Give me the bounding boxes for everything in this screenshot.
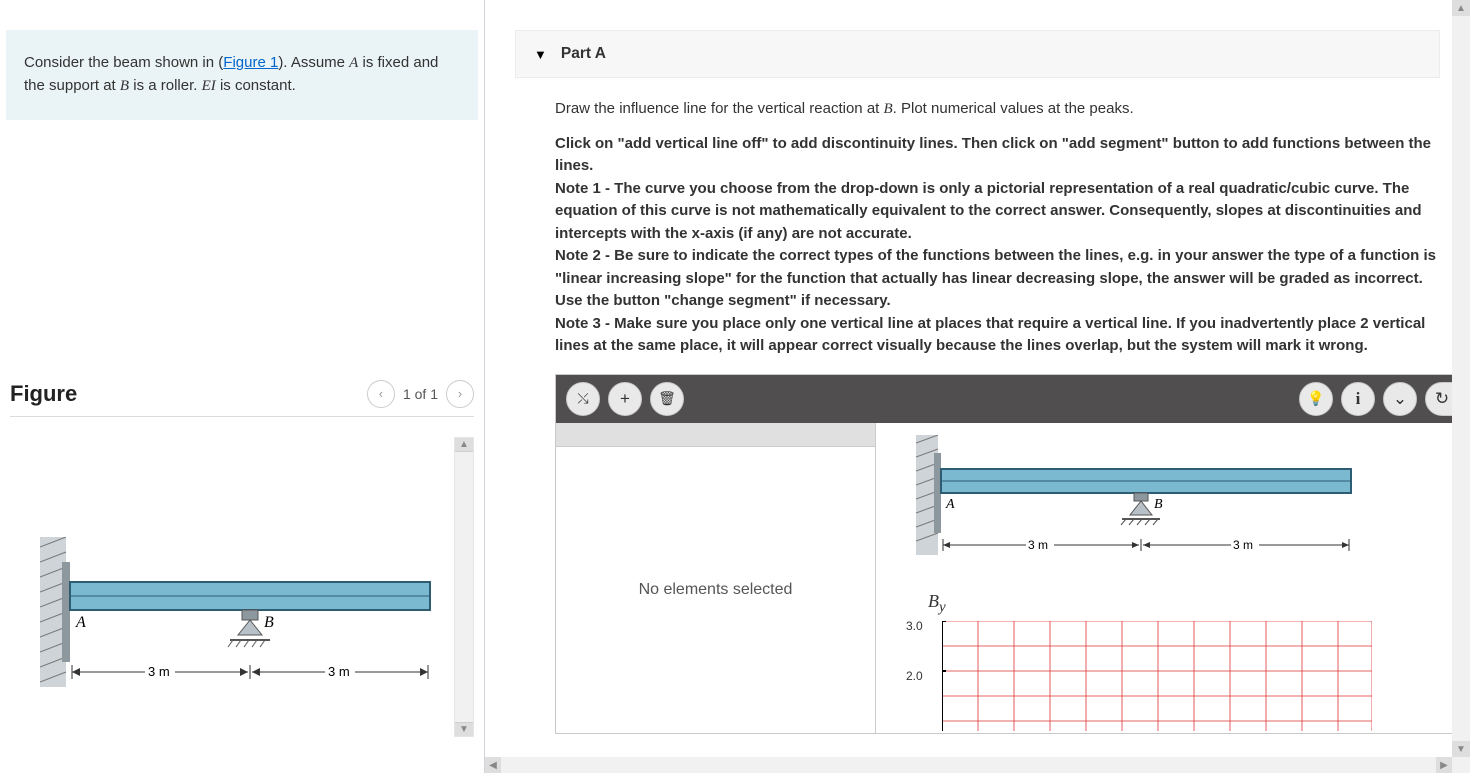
dim-2: 3 m xyxy=(328,664,350,679)
left-pane: Consider the beam shown in (Figure 1). A… xyxy=(0,0,485,773)
right-horizontal-scrollbar[interactable]: ◀ ▶ xyxy=(485,757,1452,773)
label-A: A xyxy=(75,614,86,631)
figure-link[interactable]: Figure 1 xyxy=(223,54,278,71)
y-axis-label: By xyxy=(928,591,946,617)
dim-1: 3 m xyxy=(148,664,170,679)
mini-beam-diagram: A B 3 m 3 m xyxy=(916,435,1356,585)
problem-intro: Consider the beam shown in (Figure 1). A… xyxy=(6,30,478,120)
svg-text:A: A xyxy=(945,497,955,512)
info-button[interactable]: i xyxy=(1341,382,1375,416)
scroll-left-icon[interactable]: ◀ xyxy=(485,757,501,773)
figure-title: Figure xyxy=(10,381,77,407)
figure-header: Figure ‹ 1 of 1 › xyxy=(10,380,474,417)
widget-toolbar: ⤯ + 🗑 💡 i ⌄ ↻ xyxy=(556,375,1469,423)
question-notes: Click on "add vertical line off" to add … xyxy=(555,133,1440,358)
hint-button[interactable]: 💡 xyxy=(1299,382,1333,416)
scroll-down-icon[interactable]: ▼ xyxy=(455,722,473,736)
svg-text:3 m: 3 m xyxy=(1028,538,1048,552)
reset-icon: ↻ xyxy=(1435,389,1449,409)
question-body: Draw the influence line for the vertical… xyxy=(555,98,1440,358)
info-icon: i xyxy=(1356,389,1361,409)
figure-area: A B 3 m 3 m ▲ ▼ xyxy=(10,437,474,737)
intro-text: Consider the beam shown in ( xyxy=(24,54,223,71)
selection-panel: No elements selected xyxy=(556,423,876,733)
ytick-3: 3.0 xyxy=(906,619,923,633)
next-figure-button[interactable]: › xyxy=(446,380,474,408)
dropdown-button[interactable]: ⌄ xyxy=(1383,382,1417,416)
part-label: Part A xyxy=(561,45,606,63)
question-prompt: Draw the influence line for the vertical… xyxy=(555,98,1440,121)
drawing-widget: ⤯ + 🗑 💡 i ⌄ ↻ No elements selected xyxy=(555,374,1470,734)
no-elements-text: No elements selected xyxy=(556,447,875,733)
part-header[interactable]: ▼ Part A xyxy=(515,30,1440,78)
pager-text: 1 of 1 xyxy=(403,386,438,402)
bulb-icon: 💡 xyxy=(1307,390,1324,407)
add-line-button[interactable]: ⤯ xyxy=(566,382,600,416)
scroll-up-icon[interactable]: ▲ xyxy=(1452,0,1470,16)
chevron-down-icon: ⌄ xyxy=(1393,389,1407,409)
var-EI: EI xyxy=(202,78,216,94)
add-segment-button[interactable]: + xyxy=(608,382,642,416)
plus-icon: + xyxy=(620,389,630,409)
scroll-right-icon[interactable]: ▶ xyxy=(1436,757,1452,773)
figure-pager: ‹ 1 of 1 › xyxy=(367,380,474,408)
intro-text: ). Assume xyxy=(278,54,349,71)
collapse-icon: ▼ xyxy=(534,47,547,62)
figure-scrollbar[interactable]: ▲ ▼ xyxy=(454,437,474,737)
page-root: Consider the beam shown in (Figure 1). A… xyxy=(0,0,1470,773)
panel-header-strip xyxy=(556,423,875,447)
beam-diagram: A B 3 m 3 m xyxy=(40,537,440,717)
var-B: B xyxy=(120,78,129,94)
ytick-2: 2.0 xyxy=(906,669,923,683)
scroll-down-icon[interactable]: ▼ xyxy=(1452,741,1470,757)
delete-button[interactable]: 🗑 xyxy=(650,382,684,416)
var-B: B xyxy=(884,101,893,117)
widget-body: No elements selected A xyxy=(556,423,1469,733)
plot-panel[interactable]: A B 3 m 3 m By 3.0 2.0 xyxy=(876,423,1469,733)
intro-text: is a roller. xyxy=(129,77,202,94)
var-A: A xyxy=(349,55,358,71)
right-vertical-scrollbar[interactable]: ▲ ▼ xyxy=(1452,0,1470,773)
prev-figure-button[interactable]: ‹ xyxy=(367,380,395,408)
plot-grid xyxy=(942,621,1372,731)
svg-text:B: B xyxy=(1154,497,1163,512)
intro-text: is constant. xyxy=(216,77,296,94)
right-pane: ▼ Part A Draw the influence line for the… xyxy=(485,0,1470,773)
svg-text:3 m: 3 m xyxy=(1233,538,1253,552)
pencil-icon: ⤯ xyxy=(577,390,588,407)
scroll-up-icon[interactable]: ▲ xyxy=(455,438,473,452)
label-B: B xyxy=(264,614,274,631)
trash-icon: 🗑 xyxy=(658,390,676,407)
